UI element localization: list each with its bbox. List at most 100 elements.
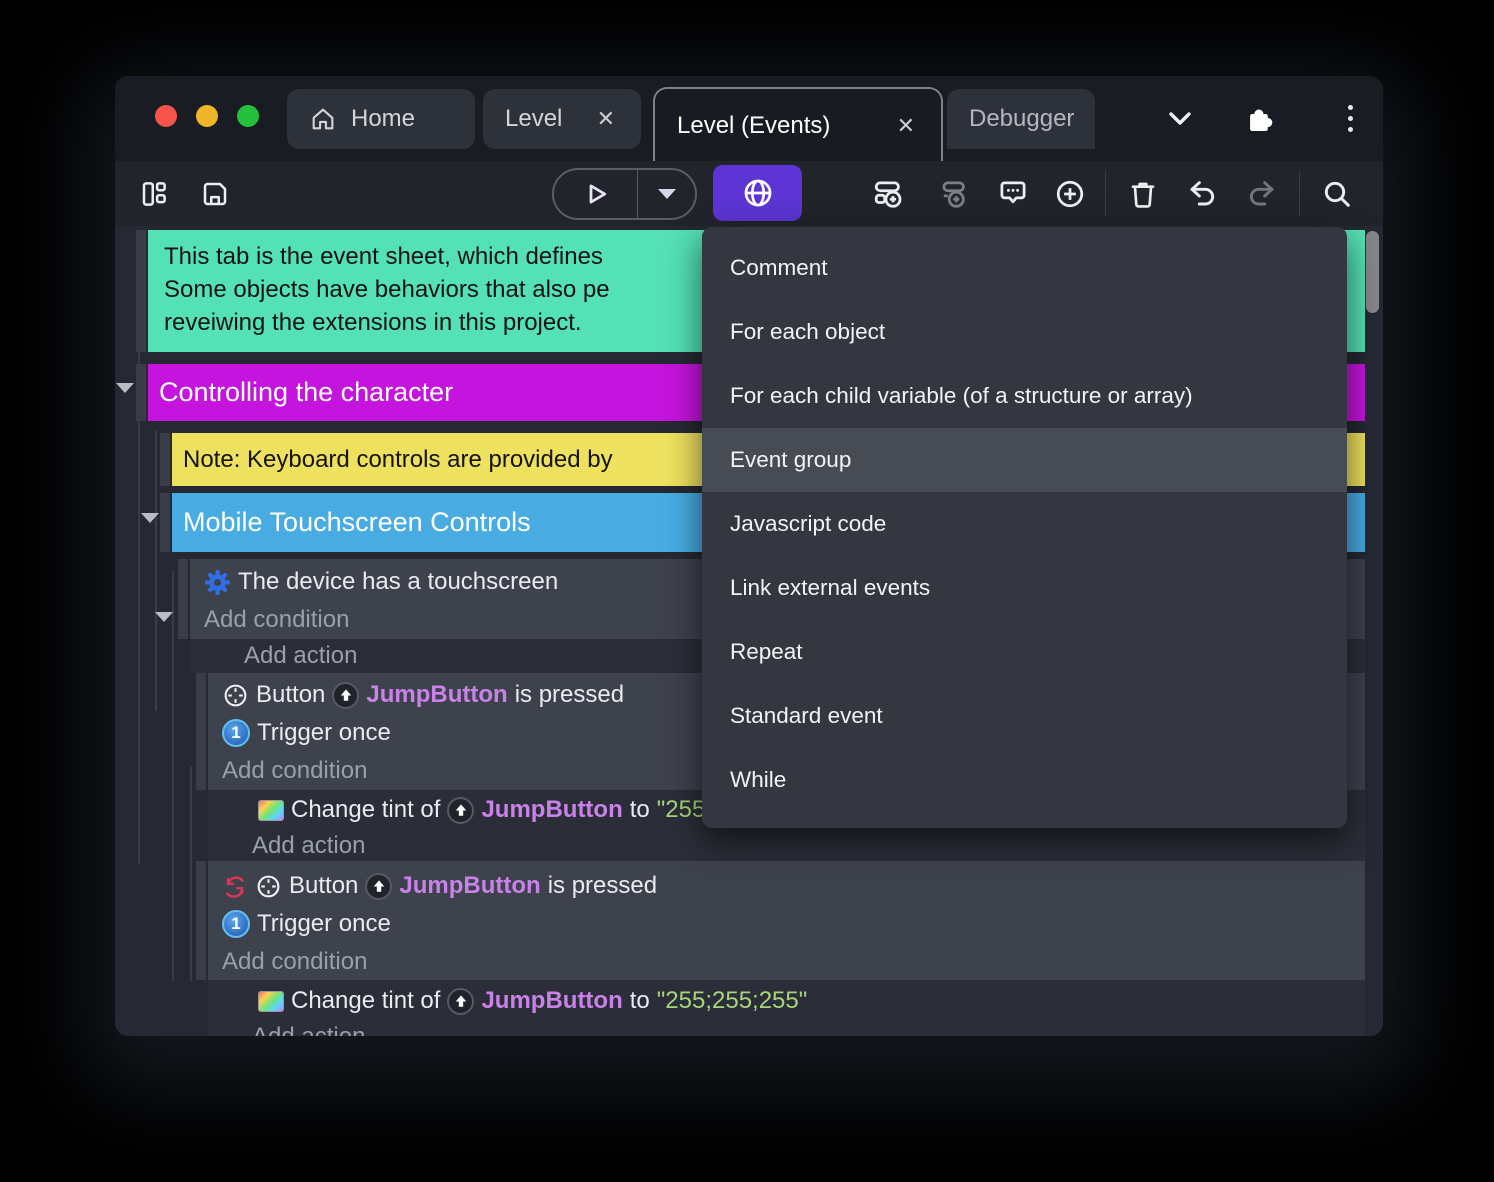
condition-row[interactable]: Button JumpButton is pressed (208, 867, 1365, 905)
tab-debugger[interactable]: Debugger (947, 89, 1095, 149)
minimize-window-button[interactable] (196, 105, 218, 127)
condition-text: is pressed (547, 872, 658, 899)
app-window: Home Level ✕ Level (Events) ✕ Debugger T… (115, 76, 1383, 1036)
close-tab-icon[interactable]: ✕ (893, 113, 919, 139)
condition-text: Button (289, 872, 359, 899)
collapse-caret-icon[interactable] (141, 513, 159, 523)
tree-line (190, 766, 192, 981)
extensions-button[interactable] (1237, 76, 1283, 161)
search-icon (1321, 178, 1353, 210)
menu-item-link-external-events[interactable]: Link external events (702, 556, 1347, 620)
undo-arrow-icon (1186, 178, 1218, 210)
add-event-context-menu: Comment For each object For each child v… (702, 227, 1347, 828)
kebab-menu-icon (1347, 105, 1353, 132)
window-menu-button[interactable] (1327, 76, 1373, 161)
action-value: "255;255;255" (656, 987, 808, 1014)
circle-plus-icon (1053, 177, 1087, 211)
menu-item-for-each-object[interactable]: For each object (702, 300, 1347, 364)
add-event-button[interactable] (865, 161, 911, 226)
menu-item-standard-event[interactable]: Standard event (702, 684, 1347, 748)
globe-icon (741, 176, 775, 210)
add-comment-button[interactable] (990, 161, 1036, 226)
trash-icon (1127, 178, 1159, 210)
condition-text: Button (256, 681, 326, 708)
preview-options-button[interactable] (638, 170, 695, 218)
add-event-icon (871, 177, 905, 211)
tab-label: Home (351, 105, 416, 132)
tab-label: Debugger (969, 105, 1075, 132)
invert-condition-icon (222, 873, 248, 899)
event-drag-handle[interactable] (136, 230, 146, 352)
save-button[interactable] (192, 161, 238, 226)
menu-item-for-each-child-variable[interactable]: For each child variable (of a structure … (702, 364, 1347, 428)
menu-item-comment[interactable]: Comment (702, 236, 1347, 300)
desktop-background: Home Level ✕ Level (Events) ✕ Debugger T… (0, 0, 1494, 1182)
event-drag-handle[interactable] (178, 559, 188, 639)
collapse-caret-icon[interactable] (116, 383, 134, 393)
save-floppy-icon (200, 179, 230, 209)
menu-item-javascript-code[interactable]: Javascript code (702, 492, 1347, 556)
comment-bubble-icon (996, 177, 1030, 211)
toolbar-separator (1299, 171, 1300, 216)
jumpbutton-object-icon (447, 796, 475, 824)
tab-list-chevron-button[interactable] (1157, 76, 1203, 161)
scrollbar-thumb[interactable] (1366, 231, 1379, 313)
group-title: Mobile Touchscreen Controls (183, 507, 531, 537)
action-text: to (629, 796, 650, 823)
play-icon (581, 179, 611, 209)
maximize-window-button[interactable] (237, 105, 259, 127)
menu-item-event-group[interactable]: Event group (702, 428, 1347, 492)
titlebar: Home Level ✕ Level (Events) ✕ Debugger (115, 76, 1383, 163)
tab-label: Level (Events) (677, 112, 831, 139)
event-drag-handle[interactable] (160, 493, 170, 552)
object-name: JumpButton (399, 872, 541, 899)
action-text: Change tint of (291, 796, 441, 823)
undo-button[interactable] (1179, 161, 1225, 226)
layout-panels-icon (139, 179, 169, 209)
condition-row[interactable]: 1 Trigger once (208, 905, 1365, 943)
menu-item-repeat[interactable]: Repeat (702, 620, 1347, 684)
action-text: Change tint of (291, 987, 441, 1014)
object-name: JumpButton (481, 796, 623, 823)
action-text: to (629, 987, 650, 1014)
play-preview-button[interactable] (554, 170, 638, 218)
tab-level-events[interactable]: Level (Events) ✕ (653, 87, 943, 163)
add-subevent-button[interactable] (930, 161, 976, 226)
toolbar (115, 161, 1383, 226)
action-row[interactable]: Change tint of JumpButton to "255;255;25… (208, 983, 1365, 1019)
preview-button-group (552, 168, 697, 220)
event-drag-handle[interactable] (136, 364, 146, 421)
add-action-link[interactable]: Add action (208, 828, 1365, 864)
object-name: JumpButton (481, 987, 623, 1014)
add-subevent-icon (936, 177, 970, 211)
home-icon (309, 105, 337, 133)
redo-arrow-icon (1246, 178, 1278, 210)
jumpbutton-object-icon (332, 681, 360, 709)
event-conditions[interactable]: Button JumpButton is pressed 1 Trigger o… (208, 861, 1365, 980)
delete-button[interactable] (1120, 161, 1166, 226)
tab-label: Level (505, 105, 563, 132)
event-drag-handle[interactable] (160, 433, 170, 486)
event-drag-handle[interactable] (196, 861, 206, 980)
jumpbutton-object-icon (447, 987, 475, 1015)
tint-color-icon (258, 799, 284, 821)
add-condition-link[interactable]: Add condition (208, 943, 1365, 981)
condition-text: Trigger once (257, 910, 391, 937)
gamepad-button-icon (255, 873, 282, 900)
tab-level[interactable]: Level ✕ (483, 89, 641, 149)
condition-text: is pressed (514, 681, 625, 708)
tab-home[interactable]: Home (287, 89, 475, 149)
collapse-caret-icon[interactable] (155, 612, 173, 622)
close-tab-icon[interactable]: ✕ (593, 106, 619, 132)
redo-button[interactable] (1239, 161, 1285, 226)
menu-item-while[interactable]: While (702, 748, 1347, 812)
search-button[interactable] (1314, 161, 1360, 226)
note-text: Note: Keyboard controls are provided by (183, 445, 613, 473)
add-something-button[interactable] (1047, 161, 1093, 226)
add-action-link[interactable]: Add action (208, 1019, 1365, 1036)
condition-text: The device has a touchscreen (238, 568, 559, 595)
close-window-button[interactable] (155, 105, 177, 127)
event-drag-handle[interactable] (196, 673, 206, 790)
network-preview-button[interactable] (713, 165, 802, 221)
open-panels-button[interactable] (131, 161, 177, 226)
